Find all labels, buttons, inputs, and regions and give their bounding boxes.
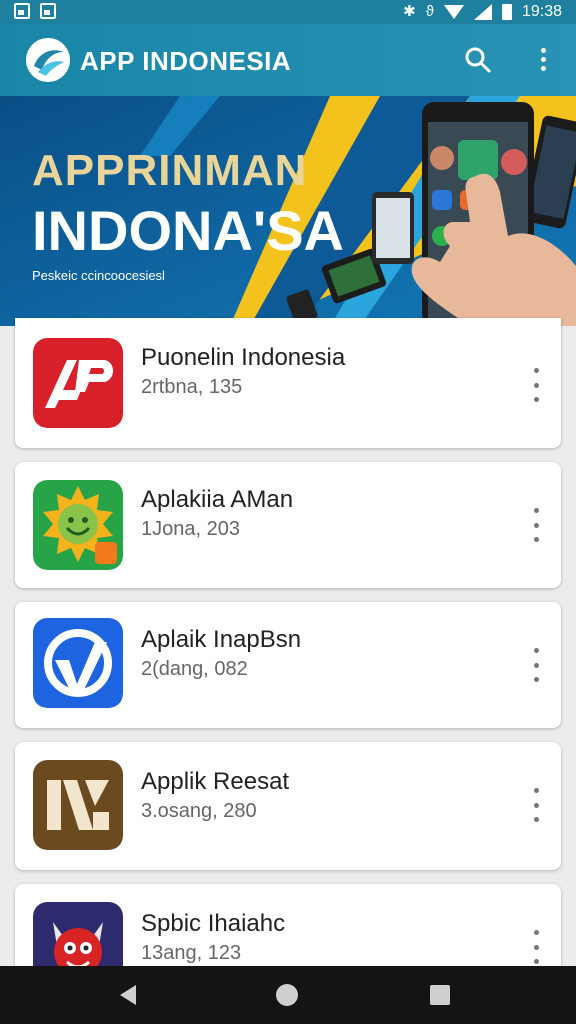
recent-apps-icon[interactable] <box>430 985 450 1005</box>
wifi-icon <box>443 5 464 19</box>
list-item[interactable]: Aplakiia AMan 1Jona, 203 <box>15 462 561 588</box>
app-name: Applik Reesat <box>141 768 290 795</box>
battery-icon <box>501 4 512 20</box>
list-item[interactable]: Puonelin Indonesia 2rtbna, 135 <box>15 318 561 448</box>
search-icon[interactable] <box>462 44 494 76</box>
app-title: APP INDONESIA <box>80 46 292 76</box>
app-meta: 1Jona, 203 <box>141 518 240 540</box>
item-menu-button[interactable] <box>529 930 543 964</box>
promo-banner[interactable]: APPRINMAN INDONA'SA Peskeic ccincoocesie… <box>0 96 576 326</box>
signal-icon <box>473 4 492 20</box>
app-logo-icon <box>26 38 70 82</box>
home-icon[interactable] <box>276 984 298 1006</box>
banner-tagline: Peskeic ccincoocesiesl <box>32 268 165 283</box>
item-menu-button[interactable] <box>529 508 543 542</box>
banner-title: INDONA'SA <box>32 199 344 262</box>
app-name: Aplakiia AMan <box>141 486 294 513</box>
vibrate-icon: ϑ <box>425 3 434 20</box>
system-navigation-bar <box>0 966 576 1024</box>
app-name: Puonelin Indonesia <box>141 344 346 371</box>
bug-icon: ✱ <box>403 3 416 20</box>
app-bar: APP INDONESIA <box>0 24 576 96</box>
item-menu-button[interactable] <box>529 368 543 402</box>
item-menu-button[interactable] <box>529 648 543 682</box>
back-icon[interactable] <box>120 985 136 1005</box>
brown-letters-icon <box>33 760 123 850</box>
overflow-menu-button[interactable] <box>528 44 558 80</box>
status-bar: ✱ ϑ 19:38 <box>0 0 576 24</box>
clock: 19:38 <box>521 3 562 20</box>
app-meta: 13ang, 123 <box>141 942 242 964</box>
gallery-notification-icon <box>40 3 56 19</box>
ap-red-icon <box>33 338 123 428</box>
app-meta: 2(dang, 082 <box>141 658 248 680</box>
banner-headline: APPRINMAN <box>32 146 308 195</box>
item-menu-button[interactable] <box>529 788 543 822</box>
app-name: Aplaik InapBsn <box>141 626 302 653</box>
list-item[interactable]: Applik Reesat 3.osang, 280 <box>15 742 561 870</box>
app-meta: 3.osang, 280 <box>141 800 257 822</box>
green-sun-face-icon <box>33 480 123 570</box>
image-notification-icon <box>14 3 30 19</box>
list-item[interactable]: Aplaik InapBsn 2(dang, 082 <box>15 602 561 728</box>
app-name: Spbic Ihaiahc <box>141 910 286 937</box>
blue-arrow-icon <box>33 618 123 708</box>
app-meta: 2rtbna, 135 <box>141 376 243 398</box>
